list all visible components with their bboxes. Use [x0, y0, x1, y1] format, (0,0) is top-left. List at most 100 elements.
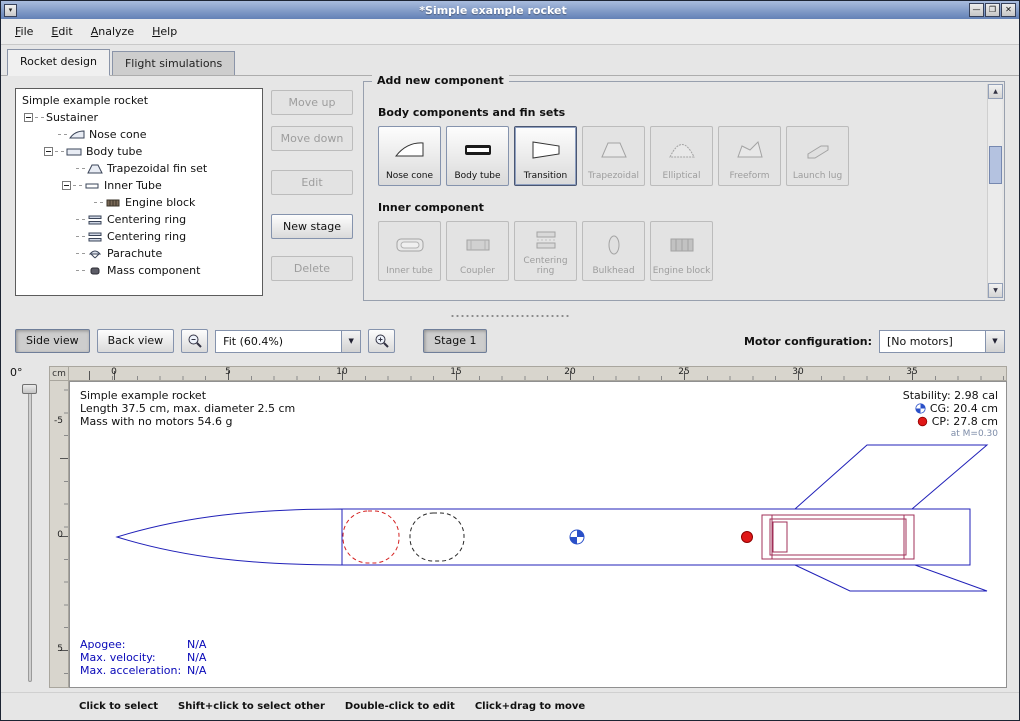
collapse-icon[interactable] [44, 147, 53, 156]
cp-icon [917, 416, 928, 427]
status-hint: Click+drag to move [475, 701, 585, 712]
tree-connector [58, 134, 67, 135]
collapse-icon[interactable] [24, 113, 33, 122]
tree-item-body-tube[interactable]: Body tube [18, 143, 262, 160]
tab-rocket-design[interactable]: Rocket design [7, 49, 110, 76]
tree-connector [94, 202, 103, 203]
minimize-button[interactable]: — [969, 3, 984, 17]
menu-edit[interactable]: Edit [43, 21, 80, 42]
tree-item-inner-tube[interactable]: Inner Tube [18, 177, 262, 194]
component-button-label: Engine block [653, 267, 711, 277]
menu-analyze[interactable]: Analyze [83, 21, 142, 42]
motor-configuration-label: Motor configuration: [744, 335, 872, 348]
inner-components-outline[interactable] [762, 515, 914, 559]
tab-flight-simulations[interactable]: Flight simulations [112, 51, 235, 75]
delete-button[interactable]: Delete [271, 256, 353, 281]
tree-item-label: Engine block [125, 196, 195, 209]
edit-button[interactable]: Edit [271, 170, 353, 195]
rotation-slider-handle[interactable] [22, 384, 37, 394]
collapse-icon[interactable] [62, 181, 71, 190]
side-view-button[interactable]: Side view [15, 329, 90, 353]
close-button[interactable]: ✕ [1001, 3, 1016, 17]
add-launch-lug-button[interactable]: Launch lug [786, 126, 849, 186]
add-elliptical-fin-button[interactable]: Elliptical [650, 126, 713, 186]
add-body-tube-button[interactable]: Body tube [446, 126, 509, 186]
zoom-out-button[interactable] [181, 329, 208, 353]
rocket-canvas[interactable]: Simple example rocket Length 37.5 cm, ma… [69, 381, 1007, 688]
lower-fin-outline[interactable] [795, 565, 987, 591]
scroll-up-icon[interactable]: ▲ [988, 84, 1003, 99]
tree-item-nose-cone[interactable]: Nose cone [18, 126, 262, 143]
inner-component-label: Inner component [378, 201, 978, 214]
chevron-down-icon[interactable]: ▼ [341, 331, 360, 352]
tree-item-centering-ring-2[interactable]: Centering ring [18, 228, 262, 245]
zoom-value: Fit (60.4%) [216, 331, 341, 352]
tree-connector [35, 117, 44, 118]
chevron-down-icon[interactable]: ▼ [985, 331, 1004, 352]
move-down-button[interactable]: Move down [271, 126, 353, 151]
ruler-tick-label: 15 [450, 367, 461, 377]
tree-item-label: Mass component [107, 264, 200, 277]
inner-tube-icon [84, 181, 100, 191]
menu-file[interactable]: File [7, 21, 41, 42]
zoom-combo[interactable]: Fit (60.4%) ▼ [215, 330, 361, 353]
parachute-outline[interactable] [343, 511, 399, 563]
tree-item-label: Parachute [107, 247, 162, 260]
bulkhead-icon [599, 222, 629, 267]
rotation-angle-label: 0° [10, 366, 23, 379]
menu-help[interactable]: Help [144, 21, 185, 42]
system-menu-icon[interactable]: ▾ [4, 4, 17, 17]
scroll-down-icon[interactable]: ▼ [988, 283, 1003, 298]
add-component-title: Add new component [372, 74, 509, 87]
add-coupler-button[interactable]: Coupler [446, 221, 509, 281]
tree-item-fin-set[interactable]: Trapezoidal fin set [18, 160, 262, 177]
zoom-in-button[interactable] [368, 329, 395, 353]
flight-row-label: Apogee: [80, 638, 187, 651]
add-trapezoidal-fin-button[interactable]: Trapezoidal [582, 126, 645, 186]
body-tube-outline[interactable] [342, 509, 970, 565]
tree-connector [76, 219, 85, 220]
add-inner-tube-button[interactable]: Inner tube [378, 221, 441, 281]
tree-item-label: Inner Tube [104, 179, 162, 192]
add-centering-ring-button[interactable]: Centering ring [514, 221, 577, 281]
tree-item-label: Simple example rocket [22, 94, 148, 107]
new-stage-button[interactable]: New stage [271, 214, 353, 239]
add-bulkhead-button[interactable]: Bulkhead [582, 221, 645, 281]
maximize-button[interactable]: ❐ [985, 3, 1000, 17]
mass-component-outline[interactable] [410, 513, 464, 561]
menu-help-rest: elp [160, 25, 177, 38]
cg-value: CG: 20.4 cm [930, 402, 998, 415]
upper-fin-outline[interactable] [795, 445, 987, 509]
tree-connector [76, 236, 85, 237]
trapezoidal-fin-icon [87, 164, 103, 174]
move-up-button[interactable]: Move up [271, 90, 353, 115]
tree-item-sustainer[interactable]: Sustainer [18, 109, 262, 126]
component-button-label: Launch lug [789, 172, 847, 182]
flight-row-apogee: Apogee: N/A [80, 638, 206, 651]
mach-annotation: at M=0.30 [903, 428, 998, 441]
component-scrollbar[interactable]: ▲ ▼ [987, 84, 1002, 298]
panel-splitter[interactable] [1, 310, 1019, 322]
add-freeform-fin-button[interactable]: Freeform [718, 126, 781, 186]
tree-item-engine-block[interactable]: Engine block [18, 194, 262, 211]
design-top-panel: Simple example rocket Sustainer Nose con… [1, 76, 1019, 310]
launch-lug-icon [803, 127, 833, 172]
nose-cone-icon [395, 127, 425, 172]
status-bar: Click to select Shift+click to select ot… [1, 692, 1019, 720]
add-nose-cone-button[interactable]: Nose cone [378, 126, 441, 186]
rocket-info-block: Simple example rocket Length 37.5 cm, ma… [80, 389, 295, 428]
tree-item-parachute[interactable]: Parachute [18, 245, 262, 262]
rotation-slider[interactable] [28, 386, 32, 682]
add-engine-block-button[interactable]: Engine block [650, 221, 713, 281]
tree-item-rocket[interactable]: Simple example rocket [18, 92, 262, 109]
motor-configuration-combo[interactable]: [No motors] ▼ [879, 330, 1005, 353]
stage-1-toggle[interactable]: Stage 1 [423, 329, 487, 353]
flight-row-label: Max. acceleration: [80, 664, 187, 677]
nose-cone-outline[interactable] [117, 509, 342, 565]
scrollbar-thumb[interactable] [989, 146, 1002, 184]
cp-marker [742, 532, 753, 543]
tree-item-mass-component[interactable]: Mass component [18, 262, 262, 279]
add-transition-button[interactable]: Transition [514, 126, 577, 186]
tree-item-centering-ring-1[interactable]: Centering ring [18, 211, 262, 228]
back-view-button[interactable]: Back view [97, 329, 175, 353]
